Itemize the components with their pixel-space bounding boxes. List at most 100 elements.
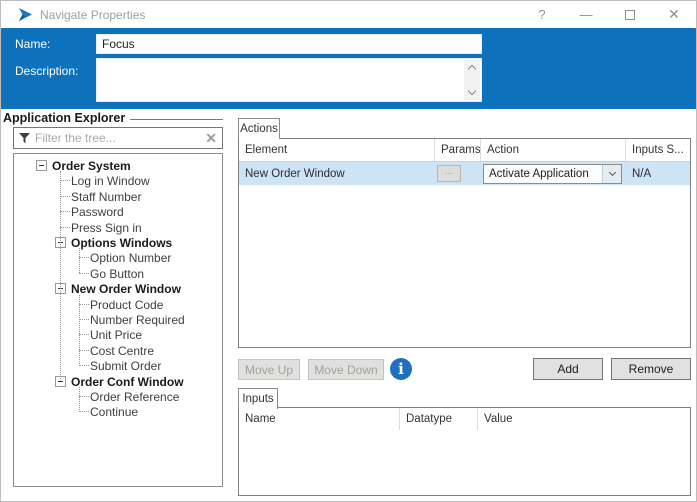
name-field[interactable]: [96, 34, 482, 54]
column-header-datatype: Datatype: [400, 408, 478, 430]
tree-item-label: Submit Order: [90, 359, 161, 373]
column-header-value: Value: [478, 408, 690, 430]
action-dropdown-value: Activate Application: [484, 168, 602, 180]
tree-item[interactable]: Log in Window: [14, 173, 222, 188]
tree-item-label: Order Reference: [90, 390, 179, 404]
tree-item[interactable]: Press Sign in: [14, 220, 222, 235]
tree-item[interactable]: Options Windows: [14, 235, 222, 250]
tree-filter[interactable]: ✕: [13, 127, 223, 149]
action-dropdown[interactable]: Activate Application: [483, 164, 622, 184]
actions-grid: Element Params Action Inputs S... New Or…: [238, 138, 691, 348]
application-explorer-title: Application Explorer: [3, 111, 125, 125]
tree-connector: [60, 196, 70, 197]
tree-connector: [79, 387, 80, 412]
tree-connector: [79, 350, 89, 351]
tree-item-label: Password: [71, 205, 124, 219]
tree-item-label: Order Conf Window: [71, 375, 184, 389]
tree-item-label: Options Windows: [71, 236, 172, 250]
tree-item-label: Cost Centre: [90, 344, 154, 358]
action-row-inputs-set: N/A: [626, 162, 690, 185]
column-header-params: Params: [435, 139, 481, 161]
tree-item[interactable]: Number Required: [14, 312, 222, 327]
tab-inputs[interactable]: Inputs: [238, 388, 278, 409]
action-row[interactable]: New Order Window ... Activate Applicatio…: [239, 162, 690, 185]
name-label: Name:: [15, 37, 50, 51]
tree-connector: [60, 180, 70, 181]
tree-connector: [79, 334, 89, 335]
remove-button[interactable]: Remove: [611, 358, 691, 380]
description-field[interactable]: [96, 58, 482, 102]
tree-item[interactable]: Continue: [14, 404, 222, 419]
tree-item[interactable]: Go Button: [14, 266, 222, 281]
tree-connector: [79, 319, 89, 320]
tree-item[interactable]: Product Code: [14, 297, 222, 312]
tree-item-label: Unit Price: [90, 328, 142, 342]
tree-connector: [79, 304, 89, 305]
tree-connector: [60, 211, 70, 212]
application-tree[interactable]: Order SystemLog in Window Staff NumberPas…: [13, 153, 223, 487]
tree-connector: [79, 396, 89, 397]
tree-item[interactable]: Unit Price: [14, 327, 222, 342]
tree-item[interactable]: Order Reference: [14, 389, 222, 404]
tree-item[interactable]: Option Number: [14, 250, 222, 265]
tree-item[interactable]: Order System: [14, 158, 222, 173]
properties-header: Name: Description:: [1, 28, 697, 109]
tree-item[interactable]: Staff Number: [14, 189, 222, 204]
tree-item-label: Go Button: [90, 267, 144, 281]
tree-item-label: New Order Window: [71, 282, 181, 296]
filter-funnel-icon: [19, 133, 30, 144]
description-scrollbar[interactable]: [464, 60, 480, 100]
app-logo-icon: [18, 7, 33, 22]
column-header-action: Action: [481, 139, 626, 161]
tree-item[interactable]: Cost Centre: [14, 343, 222, 358]
tree-connector: [79, 411, 89, 412]
action-row-params: ...: [435, 162, 481, 185]
titlebar: Navigate Properties ? — ✕: [1, 1, 696, 28]
params-button[interactable]: ...: [437, 165, 461, 182]
application-explorer-header: Application Explorer: [3, 111, 223, 125]
minimize-button[interactable]: —: [564, 1, 608, 28]
description-label: Description:: [15, 64, 78, 78]
tree-connector: [79, 248, 80, 273]
tree-item-label: Press Sign in: [71, 221, 142, 235]
tree-connector: [79, 273, 89, 274]
action-row-element: New Order Window: [239, 162, 435, 185]
column-header-element: Element: [239, 139, 435, 161]
scroll-up-icon[interactable]: [464, 60, 480, 75]
move-down-button[interactable]: Move Down: [308, 359, 384, 380]
maximize-button[interactable]: [608, 1, 652, 28]
action-row-action: Activate Application: [481, 162, 626, 185]
tree-item-label: Product Code: [90, 298, 163, 312]
inputs-grid-header: Name Datatype Value: [239, 408, 690, 430]
tree-item[interactable]: Submit Order: [14, 358, 222, 373]
clear-filter-icon[interactable]: ✕: [205, 131, 217, 145]
tree-filter-input[interactable]: [35, 131, 205, 145]
tree-connector: [60, 227, 70, 228]
tree-item[interactable]: New Order Window: [14, 281, 222, 296]
tree-item[interactable]: Order Conf Window: [14, 374, 222, 389]
navigate-properties-dialog: Navigate Properties ? — ✕ Name: Descript…: [0, 0, 697, 502]
tree-item[interactable]: Password: [14, 204, 222, 219]
tab-actions[interactable]: Actions: [238, 118, 280, 139]
tree-item-label: Number Required: [90, 313, 185, 327]
window-title: Navigate Properties: [40, 8, 145, 22]
tree-connector: [79, 295, 80, 366]
collapse-icon[interactable]: [36, 160, 47, 171]
tree-connector: [79, 257, 89, 258]
description-textarea[interactable]: [97, 59, 463, 101]
scroll-down-icon[interactable]: [464, 85, 480, 100]
tree-item-label: Order System: [52, 159, 131, 173]
close-button[interactable]: ✕: [652, 1, 696, 28]
inputs-grid: Name Datatype Value: [238, 407, 691, 496]
add-button[interactable]: Add: [533, 358, 603, 380]
help-button[interactable]: ?: [520, 1, 564, 28]
actions-grid-header: Element Params Action Inputs S...: [239, 139, 690, 162]
tree-item-label: Continue: [90, 405, 138, 419]
maximize-icon: [625, 10, 635, 20]
info-icon[interactable]: i: [390, 358, 412, 380]
column-header-name: Name: [239, 408, 400, 430]
dropdown-chevron-icon[interactable]: [602, 165, 621, 183]
move-up-button[interactable]: Move Up: [238, 359, 300, 380]
tree-item-label: Staff Number: [71, 190, 141, 204]
tree-item-label: Option Number: [90, 251, 171, 265]
